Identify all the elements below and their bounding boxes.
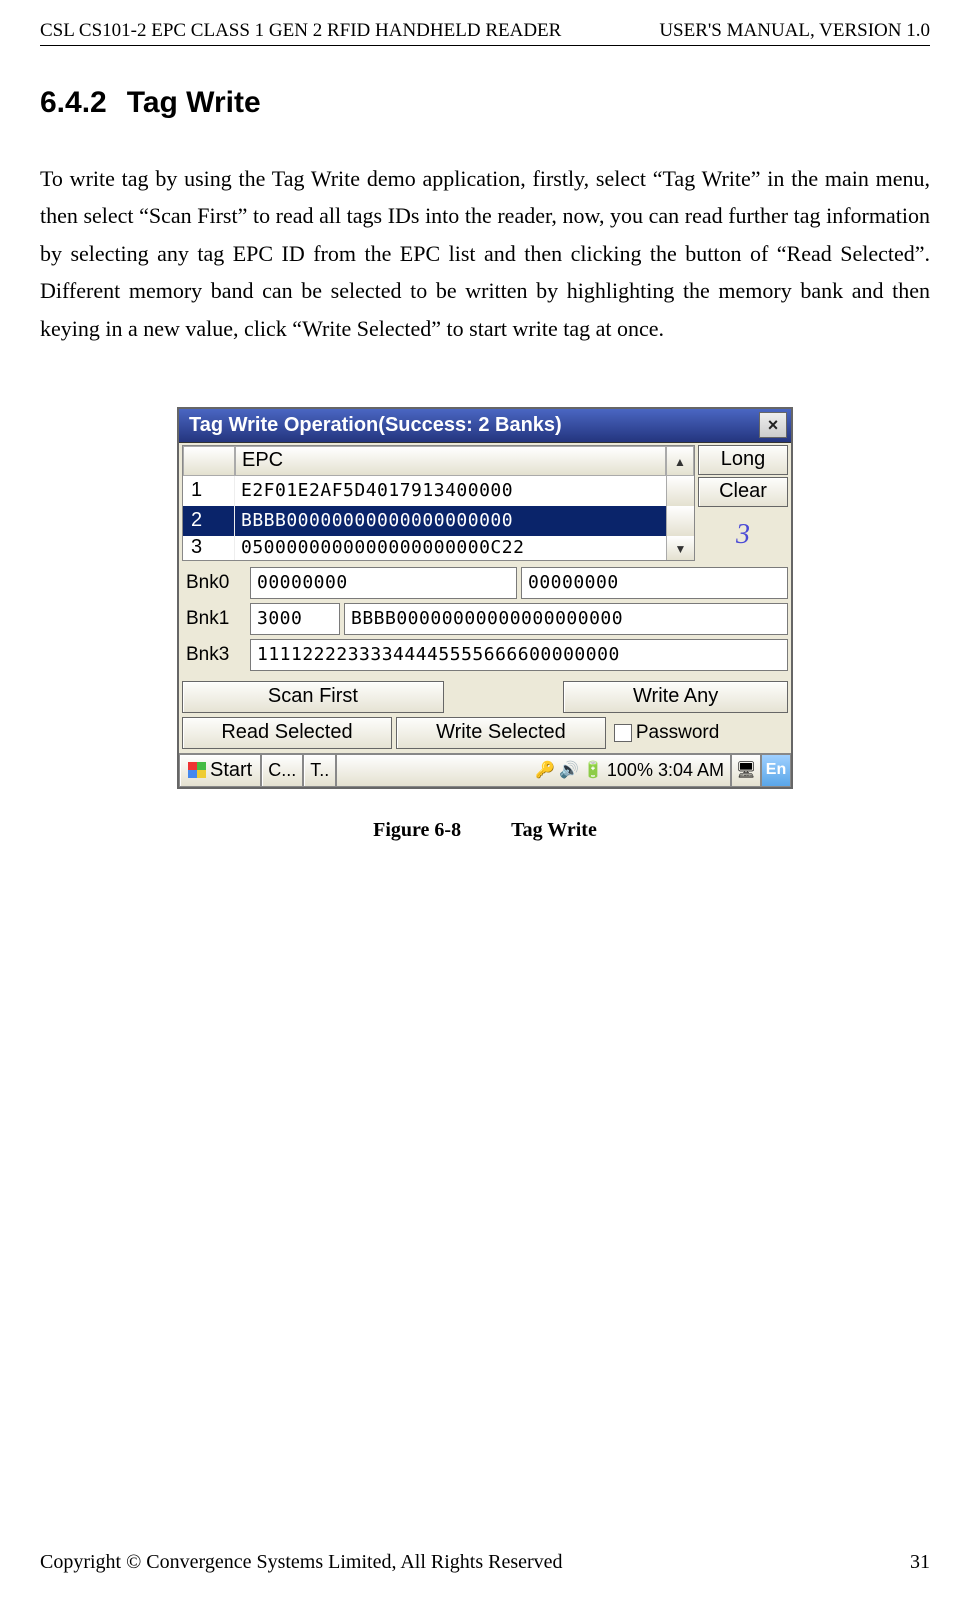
windows-logo-icon [188, 762, 206, 778]
long-button[interactable]: Long [698, 445, 788, 475]
close-icon: × [768, 415, 779, 436]
page-footer: Copyright © Convergence Systems Limited,… [40, 1551, 930, 1574]
page-number: 31 [910, 1551, 930, 1574]
col-header-index [183, 446, 235, 476]
section-heading: 6.4.2 Tag Write [40, 86, 930, 120]
row-epc: BBBB00000000000000000000 [235, 506, 666, 536]
write-any-button[interactable]: Write Any [563, 681, 788, 713]
window-title: Tag Write Operation(Success: 2 Banks) [189, 414, 759, 437]
section-title-text: Tag Write [127, 86, 261, 119]
bnk0-field-b[interactable]: 00000000 [521, 567, 788, 599]
row-index: 3 [183, 536, 235, 560]
taskbar-app-2[interactable]: T.. [303, 754, 336, 787]
start-button[interactable]: Start [179, 754, 261, 787]
row-index: 2 [183, 506, 235, 536]
row-epc: 0500000000000000000000C22 [235, 536, 666, 560]
col-header-epc[interactable]: EPC [235, 446, 666, 476]
bnk0-label: Bnk0 [182, 572, 246, 594]
read-selected-button[interactable]: Read Selected [182, 717, 392, 749]
scroll-down-button[interactable] [666, 536, 694, 560]
bnk1-field-b[interactable]: BBBB00000000000000000000 [344, 603, 788, 635]
table-row[interactable]: 2 BBBB00000000000000000000 [183, 506, 694, 536]
figure-label: Figure 6-8 [373, 819, 461, 841]
figure-caption: Figure 6-8 Tag Write [373, 819, 597, 842]
tag-count: 3 [698, 509, 788, 561]
battery-icon: 🔋 [583, 760, 603, 780]
figure-title: Tag Write [511, 819, 597, 841]
table-row[interactable]: 3 0500000000000000000000C22 [183, 536, 694, 560]
chevron-up-icon [674, 449, 686, 472]
table-row[interactable]: 1 E2F01E2AF5D4017913400000 [183, 476, 694, 506]
password-checkbox[interactable] [614, 724, 632, 742]
page-header: CSL CS101-2 EPC CLASS 1 GEN 2 RFID HANDH… [40, 20, 930, 46]
scrollbar-track[interactable] [666, 506, 694, 536]
bnk3-field[interactable]: 11112222333344445555666600000000 [250, 639, 788, 671]
row-epc: E2F01E2AF5D4017913400000 [235, 476, 666, 506]
system-tray[interactable]: 🔑 🔊 🔋 100% 3:04 AM [336, 754, 731, 787]
battery-time-text: 100% 3:04 AM [607, 760, 724, 781]
volume-icon: 🔊 [559, 760, 579, 780]
close-button[interactable]: × [759, 412, 787, 438]
epc-list[interactable]: EPC 1 E2F01E2AF5D4017913400000 2 BBBB000… [182, 445, 695, 561]
body-paragraph: To write tag by using the Tag Write demo… [40, 160, 930, 347]
row-index: 1 [183, 476, 235, 506]
taskbar-app-1[interactable]: C... [261, 754, 303, 787]
scan-first-button[interactable]: Scan First [182, 681, 444, 713]
bnk3-label: Bnk3 [182, 644, 246, 666]
header-right: USER'S MANUAL, VERSION 1.0 [659, 20, 930, 42]
bnk0-field-a[interactable]: 00000000 [250, 567, 517, 599]
copyright-text: Copyright © Convergence Systems Limited,… [40, 1551, 563, 1574]
show-desktop-button[interactable]: 🖥 [731, 754, 761, 787]
network-icon: 🔑 [535, 760, 555, 780]
ime-button[interactable]: En [761, 754, 791, 787]
scrollbar-track[interactable] [666, 476, 694, 506]
desktop-icon: 🖥 [736, 760, 756, 780]
write-selected-button[interactable]: Write Selected [396, 717, 606, 749]
password-label: Password [636, 722, 719, 744]
header-left: CSL CS101-2 EPC CLASS 1 GEN 2 RFID HANDH… [40, 20, 561, 42]
section-number: 6.4.2 [40, 86, 107, 119]
window-titlebar: Tag Write Operation(Success: 2 Banks) × [179, 409, 791, 443]
taskbar: Start C... T.. 🔑 🔊 🔋 100% 3:04 AM 🖥 En [179, 753, 791, 787]
clear-button[interactable]: Clear [698, 477, 788, 507]
tag-write-window: Tag Write Operation(Success: 2 Banks) × … [177, 407, 793, 789]
bnk1-field-a[interactable]: 3000 [250, 603, 340, 635]
chevron-down-icon [675, 536, 687, 559]
scroll-up-button[interactable] [666, 446, 694, 476]
bnk1-label: Bnk1 [182, 608, 246, 630]
